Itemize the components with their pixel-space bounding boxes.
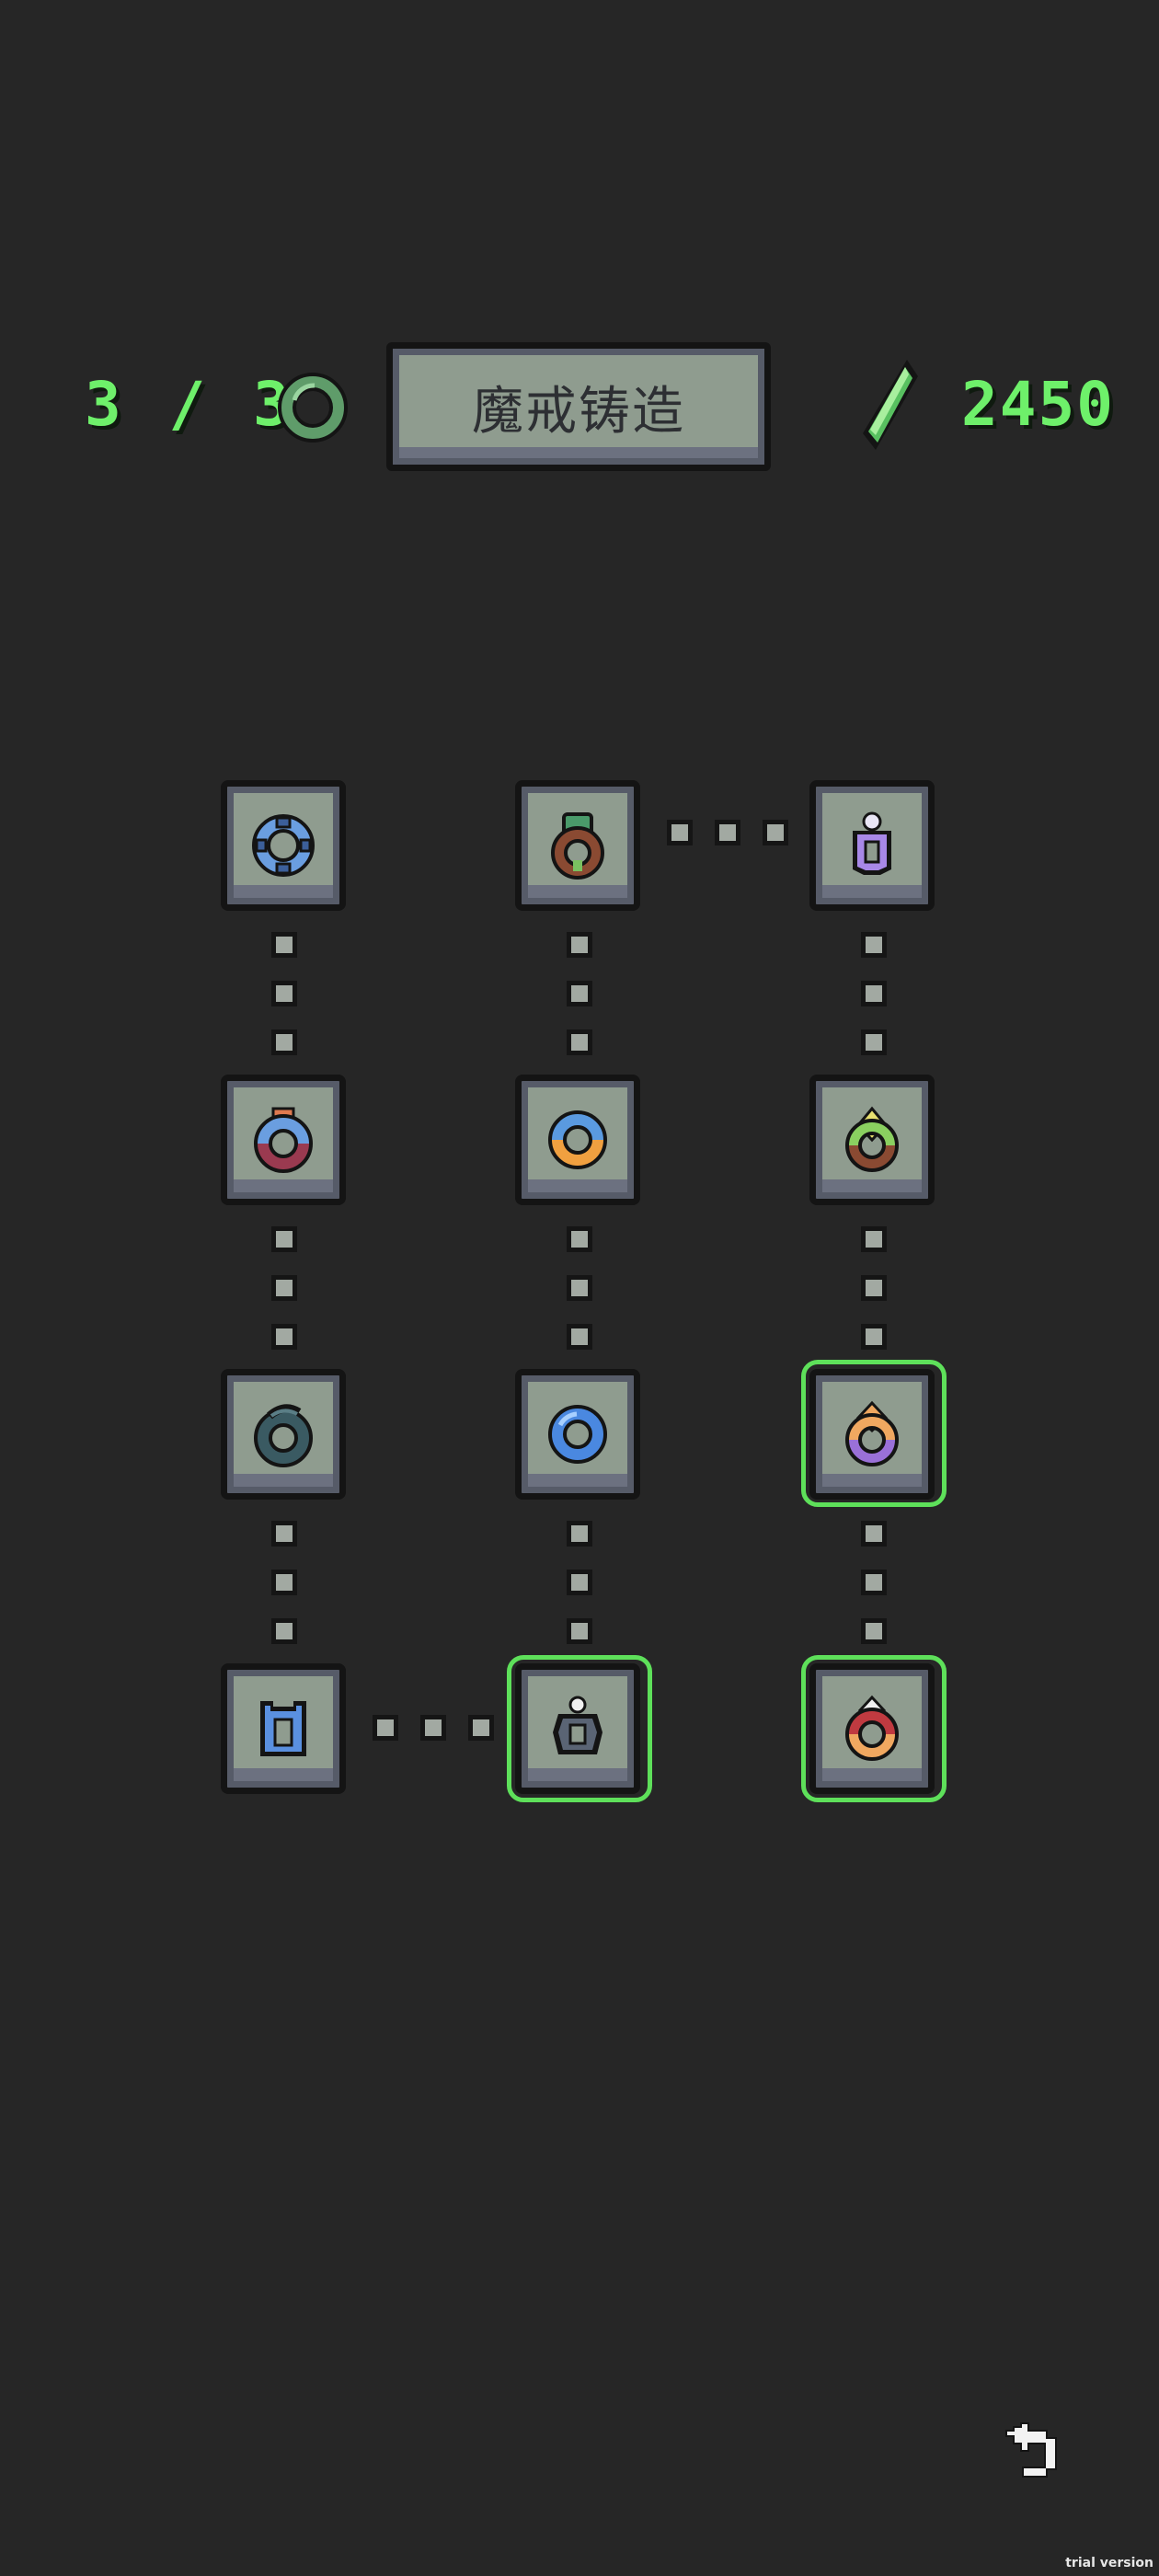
connector-dot xyxy=(567,1275,592,1301)
connector-dot xyxy=(567,1570,592,1595)
orange-purple-ring-icon xyxy=(845,1400,899,1466)
connector-dot xyxy=(861,1618,887,1644)
connector-dot xyxy=(271,1029,297,1055)
node-orange-purple-ring[interactable] xyxy=(809,1369,935,1500)
connector-dot xyxy=(763,820,788,845)
connector-dot xyxy=(567,981,592,1006)
node-dark-spiral-ring[interactable] xyxy=(221,1369,346,1500)
purple-pendant-icon xyxy=(853,811,891,875)
node-purple-pendant[interactable] xyxy=(809,780,935,911)
connector-dot xyxy=(271,981,297,1006)
connector-dot xyxy=(271,932,297,958)
connector-dot xyxy=(271,1521,297,1547)
red-blue-ring-icon xyxy=(254,1107,313,1173)
connector-dot xyxy=(861,1570,887,1595)
connector-dot xyxy=(567,1226,592,1252)
connector-dot xyxy=(567,1324,592,1350)
dark-spiral-ring-icon xyxy=(254,1404,313,1467)
connector-dot xyxy=(861,1029,887,1055)
ring-icon xyxy=(278,373,348,443)
rings-counter: 3 / 3 xyxy=(85,369,295,440)
connector-dot xyxy=(861,1275,887,1301)
connector-dot xyxy=(667,820,693,845)
green-gem-icon xyxy=(863,360,918,450)
connector-dot xyxy=(861,932,887,958)
brown-green-amulet-icon xyxy=(551,812,604,880)
undo-arrow-icon[interactable] xyxy=(1001,2418,1067,2484)
connector-dot xyxy=(271,1324,297,1350)
connector-dot xyxy=(271,1226,297,1252)
connector-dot xyxy=(271,1618,297,1644)
connector-dot xyxy=(861,1226,887,1252)
blue-ring-icon xyxy=(252,814,315,877)
red-orange-amulet-icon xyxy=(845,1695,899,1761)
gem-count: 2450 xyxy=(961,369,1115,440)
connector-dot xyxy=(373,1715,398,1741)
connector-dot xyxy=(271,1275,297,1301)
orange-blue-ring-icon xyxy=(548,1110,607,1169)
node-blue-ring[interactable] xyxy=(221,780,346,911)
connector-dot xyxy=(567,1618,592,1644)
node-blue-crystal-ring[interactable] xyxy=(515,1369,640,1500)
connector-dot xyxy=(567,1521,592,1547)
gray-pearl-charm-icon xyxy=(553,1696,602,1754)
node-gray-pearl-charm[interactable] xyxy=(515,1663,640,1794)
green-gem-amulet-icon xyxy=(845,1106,899,1172)
blue-armor-charm-icon xyxy=(260,1701,306,1756)
node-brown-green-amulet[interactable] xyxy=(515,780,640,911)
connector-dot xyxy=(861,981,887,1006)
node-red-blue-ring[interactable] xyxy=(221,1075,346,1205)
node-blue-armor-charm[interactable] xyxy=(221,1663,346,1794)
connector-dot xyxy=(715,820,740,845)
connector-dot xyxy=(468,1715,494,1741)
trial-watermark: trial version xyxy=(1065,2556,1153,2570)
connector-dot xyxy=(861,1521,887,1547)
connector-dot xyxy=(861,1324,887,1350)
ring-forge-button[interactable]: 魔戒铸造 xyxy=(386,342,771,471)
blue-crystal-ring-icon xyxy=(548,1405,607,1464)
connector-dot xyxy=(567,1029,592,1055)
connector-dot xyxy=(420,1715,446,1741)
node-orange-blue-ring[interactable] xyxy=(515,1075,640,1205)
node-red-orange-amulet[interactable] xyxy=(809,1663,935,1794)
connector-dot xyxy=(567,932,592,958)
node-green-gem-amulet[interactable] xyxy=(809,1075,935,1205)
connector-dot xyxy=(271,1570,297,1595)
